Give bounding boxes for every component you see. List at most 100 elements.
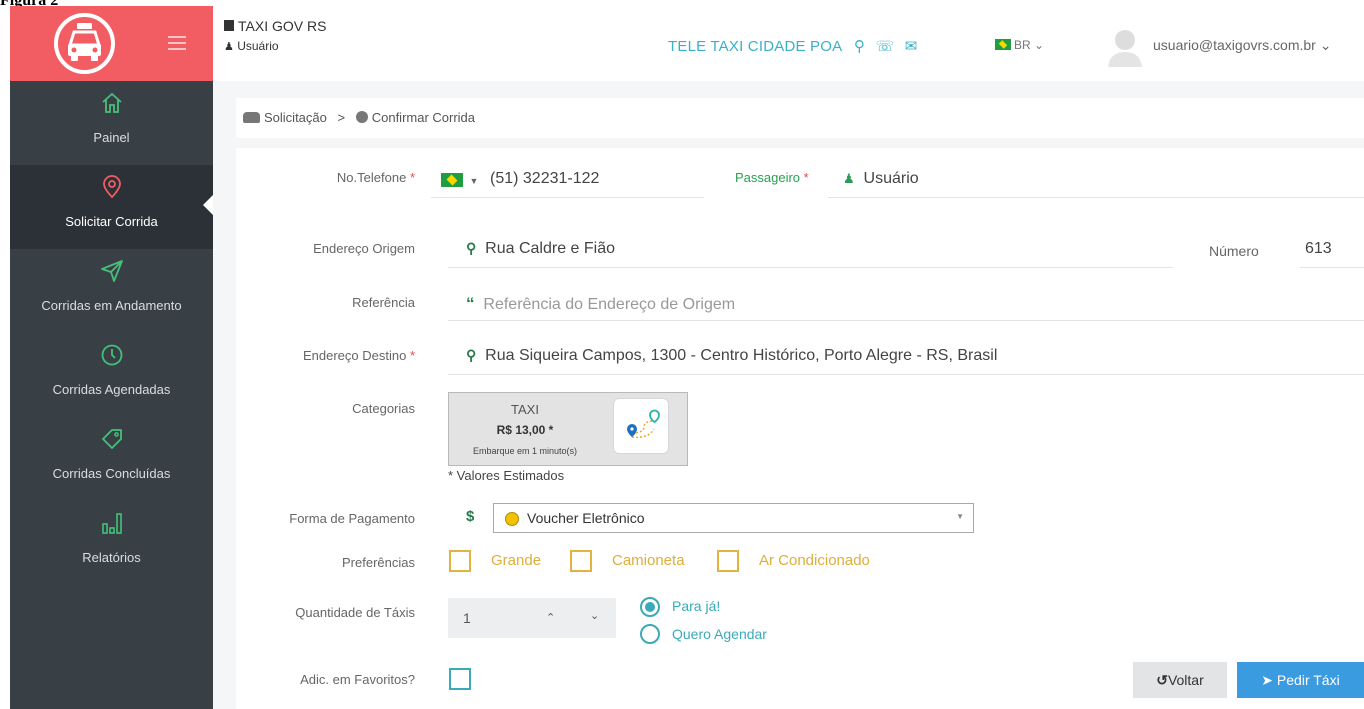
phone-field[interactable]: (51) 32231-122 [490,170,599,188]
quantity-input[interactable]: 1 [448,598,536,638]
payment-label: Forma de Pagamento [289,511,415,526]
origin-label: Endereço Origem [313,241,415,256]
sidebar-item-corridas-concluidas[interactable]: Corridas Concluídas [10,417,213,501]
preferences-label: Preferências [342,555,415,570]
tag-icon [101,429,122,449]
route-icon [613,398,669,454]
send-icon [100,260,123,282]
favorites-label: Adic. em Favoritos? [300,672,415,687]
quantity-stepper: ⌃ ⌄ [536,598,616,638]
origin-address-field[interactable]: ⚲ Rua Caldre e Fião [466,240,615,258]
logo-area [10,6,213,81]
sidebar: Painel Solicitar Corrida Corridas em And… [10,81,213,709]
brazil-flag-icon [441,172,463,187]
active-indicator [203,195,213,215]
user-email-menu[interactable]: usuario@taxigovrs.com.br ⌄ [1153,37,1331,54]
check-circle-icon [355,111,368,123]
sidebar-item-corridas-agendadas[interactable]: Corridas Agendadas [10,333,213,417]
pref-ar-condicionado-checkbox[interactable] [717,550,739,572]
map-marker-icon: ⚲ [466,347,477,363]
phone-icon[interactable]: ☏ [875,38,894,55]
taxi-logo-icon [54,13,115,74]
breadcrumb-separator: > [337,110,346,125]
phone-country-selector[interactable]: ▼ [441,171,478,189]
schedule-later-radio[interactable] [640,624,660,644]
destination-label: Endereço Destino * [302,348,415,363]
phone-underline [431,197,704,198]
sidebar-item-corridas-em-andamento[interactable]: Corridas em Andamento [10,249,213,333]
sidebar-item-label: Corridas em Andamento [41,298,182,313]
language-selector[interactable]: BR ⌄ [995,38,1044,52]
request-taxi-button[interactable]: ➤ Pedir Táxi [1237,662,1364,698]
decrement-button[interactable]: ⌄ [590,609,599,622]
map-marker-icon: ⚲ [466,240,477,256]
quantity-label: Quantidade de Táxis [295,605,415,620]
number-field[interactable]: 613 [1305,240,1332,258]
send-icon: ➤ [1261,671,1274,688]
payment-method-select[interactable]: Voucher Eletrônico ▼ [493,503,974,533]
avatar[interactable] [1106,25,1144,67]
sidebar-item-label: Corridas Concluídas [52,466,171,481]
sidebar-item-label: Relatórios [82,550,141,565]
sidebar-item-solicitar-corrida[interactable]: Solicitar Corrida [10,165,213,249]
schedule-later-label: Quero Agendar [672,626,767,642]
location-icon[interactable]: ⚲ [854,38,865,55]
category-name: TAXI [511,402,539,417]
header-user: ♟ Usuário [224,39,279,53]
mail-icon[interactable]: ✉ [905,38,918,55]
quote-icon: “ [466,294,475,313]
car-icon [243,112,260,123]
pref-camioneta-label: Camioneta [612,552,685,569]
favorites-checkbox[interactable] [449,668,471,690]
sidebar-item-label: Solicitar Corrida [65,214,158,229]
destination-address-field[interactable]: ⚲ Rua Siqueira Campos, 1300 - Centro His… [466,347,997,365]
pref-grande-checkbox[interactable] [449,550,471,572]
category-price: R$ 13,00 * [496,423,554,437]
schedule-now-label: Para já! [672,598,721,614]
breadcrumb: Solicitação > Confirmar Corrida [236,98,1364,138]
estimate-note: * Valores Estimados [448,468,565,483]
app-title: TAXI GOV RS [224,18,326,34]
number-underline [1300,267,1364,268]
pref-ar-condicionado-label: Ar Condicionado [759,552,870,569]
clock-icon [101,344,122,366]
user-icon: ♟ [843,171,855,186]
hamburger-menu-icon[interactable] [168,36,186,50]
phone-label: No.Telefone * [336,170,415,185]
home-icon [101,92,122,113]
bar-chart-icon [101,513,122,534]
number-label: Número [1209,243,1259,259]
voucher-icon [505,512,519,526]
destination-underline [448,374,1364,375]
passenger-underline [828,197,1364,198]
caret-down-icon: ▼ [956,512,964,521]
origin-underline [448,267,1173,268]
user-icon: ♟ [224,41,234,53]
company-name: TELE TAXI CIDADE POA ⚲ ☏ ✉ [668,38,918,55]
back-button[interactable]: ↺Voltar [1133,662,1227,698]
passenger-field[interactable]: ♟ Usuário [843,170,919,188]
undo-icon: ↺ [1156,671,1168,688]
chevron-down-icon: ⌄ [1319,37,1332,53]
categories-label: Categorias [352,401,415,416]
caret-down-icon: ▼ [469,176,479,186]
increment-button[interactable]: ⌃ [546,611,555,624]
reference-label: Referência [352,295,415,310]
category-eta: Embarque em 1 minuto(s) [472,446,578,456]
passenger-label: Passageiro * [735,170,809,185]
sidebar-item-painel[interactable]: Painel [10,81,213,165]
reference-underline [448,320,1364,321]
ride-form-panel [236,148,1364,709]
pref-camioneta-checkbox[interactable] [570,550,592,572]
dollar-icon: $ [466,508,475,525]
breadcrumb-step-confirmar: Confirmar Corrida [371,110,476,125]
map-pin-icon [102,175,121,199]
sidebar-item-relatorios[interactable]: Relatórios [10,501,213,585]
sidebar-item-label: Corridas Agendadas [52,382,171,397]
schedule-now-radio[interactable] [640,597,660,617]
brazil-flag-icon [995,39,1011,50]
building-icon [224,20,234,31]
breadcrumb-step-solicitacao[interactable]: Solicitação [264,110,327,125]
reference-field[interactable]: “ Referência do Endereço de Origem [466,294,735,314]
chevron-down-icon: ⌄ [1034,38,1045,52]
